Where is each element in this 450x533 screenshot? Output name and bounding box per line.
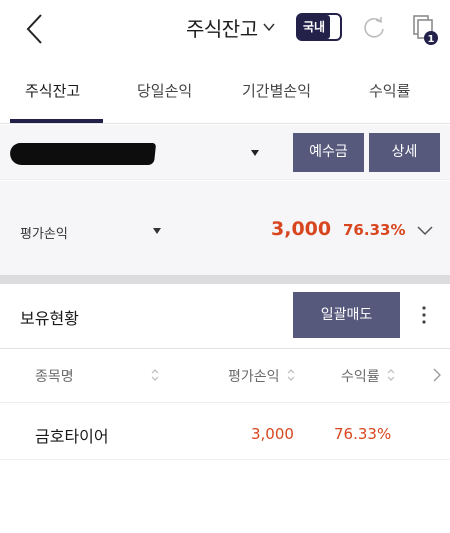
stock-name: 금호타이어: [35, 427, 109, 446]
tab-daily-pnl[interactable]: 당일손익: [137, 80, 192, 101]
chevron-left-icon[interactable]: [22, 12, 48, 46]
column-header-rate[interactable]: 수익률: [341, 366, 380, 386]
caret-down-icon[interactable]: [152, 227, 162, 235]
tab-return-rate[interactable]: 수익률: [369, 80, 410, 101]
refresh-icon[interactable]: [362, 14, 386, 40]
market-toggle-label: 국내: [298, 15, 330, 39]
section-divider: [0, 275, 450, 284]
bulk-sell-button[interactable]: 일괄매도: [293, 292, 400, 338]
divider: [0, 348, 450, 349]
tab-stock-balance[interactable]: 주식잔고: [25, 80, 80, 101]
active-tab-indicator: [10, 119, 103, 123]
chevron-down-icon[interactable]: [416, 225, 434, 237]
copy-icon[interactable]: 1: [410, 14, 440, 46]
evaluation-label[interactable]: 평가손익: [20, 223, 68, 242]
column-header-name[interactable]: 종목명: [35, 366, 74, 386]
evaluation-amount: 3,000: [271, 218, 332, 240]
page-title: 주식잔고: [186, 16, 258, 41]
caret-down-icon[interactable]: [250, 149, 260, 157]
holdings-title: 보유현황: [20, 309, 79, 328]
top-bar: 주식잔고 국내 1: [0, 0, 450, 58]
kebab-icon[interactable]: [419, 304, 429, 326]
sort-icon[interactable]: [151, 368, 159, 382]
sort-icon[interactable]: [287, 368, 295, 382]
chevron-right-icon[interactable]: [432, 367, 442, 383]
account-number-redacted[interactable]: [8, 143, 157, 165]
evaluation-rate: 76.33%: [343, 221, 406, 239]
market-toggle[interactable]: 국내: [296, 13, 342, 41]
stock-rate: 76.33%: [334, 425, 392, 443]
evaluation-summary: 평가손익 3,000 76.33%: [0, 181, 450, 275]
column-header-eval[interactable]: 평가손익: [228, 366, 280, 386]
table-row[interactable]: 금호타이어 3,000 76.33%: [0, 403, 450, 459]
chevron-down-icon: [263, 23, 275, 32]
stock-eval: 3,000: [251, 425, 294, 443]
account-type-selector[interactable]: 주식잔고: [186, 12, 276, 42]
sort-icon[interactable]: [387, 368, 395, 382]
detail-button[interactable]: 상세: [369, 133, 440, 172]
deposit-button[interactable]: 예수금: [293, 133, 364, 172]
divider: [0, 459, 450, 460]
tab-bar: 주식잔고 당일손익 기간별손익 수익률: [0, 72, 450, 124]
copy-badge: 1: [428, 34, 435, 45]
tab-period-pnl[interactable]: 기간별손익: [242, 80, 311, 101]
